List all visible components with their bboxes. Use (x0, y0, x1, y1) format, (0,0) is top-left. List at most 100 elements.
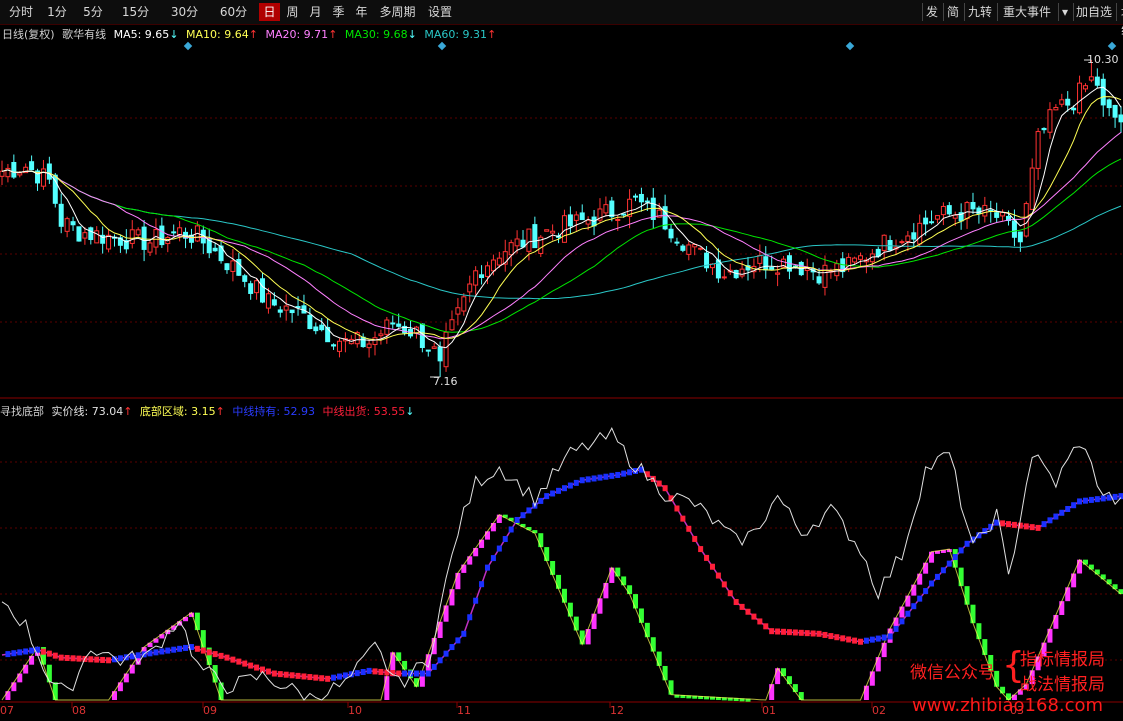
candle-body (561, 215, 567, 243)
mid-line-block (419, 670, 425, 677)
bottom-zone-bar (23, 664, 29, 674)
candle-body (686, 244, 692, 255)
mid-line-block (1071, 502, 1077, 509)
candle-body (757, 254, 763, 264)
toolbar-right-3[interactable]: 重大事件 (997, 3, 1056, 21)
mid-line-block (846, 636, 852, 643)
candle-body (17, 172, 23, 176)
bottom-zone-bar (461, 564, 467, 573)
mid-line-block (437, 657, 443, 664)
mid-line-block (354, 670, 360, 677)
bottom-zone-bar (881, 642, 887, 658)
period-tab-7[interactable]: 周 (282, 3, 303, 21)
toolbar-right-5[interactable]: 加自选 (1073, 3, 1114, 21)
mid-line-block (496, 545, 502, 552)
candle-body (449, 319, 455, 331)
bottom-zone-bar (603, 582, 609, 599)
toolbar-right-2[interactable]: 九转 (964, 3, 995, 21)
bottom-zone-bar (781, 668, 787, 677)
candle-body (544, 229, 550, 232)
bottom-zone-bar (561, 588, 567, 603)
mid-line-block (1059, 509, 1065, 516)
candle-body (1047, 109, 1053, 133)
candle-body (496, 257, 502, 266)
bottom-zone-bar (538, 533, 544, 548)
candle-body (1112, 104, 1118, 118)
bottom-zone-bar (650, 637, 656, 652)
candle-body (479, 274, 485, 279)
period-tab-5[interactable]: 60分 (210, 3, 257, 21)
candle-body (224, 263, 230, 271)
mid-line-block (277, 671, 283, 678)
period-tab-1[interactable]: 1分 (40, 3, 74, 21)
mid-line-block (1023, 523, 1029, 530)
mid-line-block (727, 590, 733, 597)
bottom-zone-bar (17, 673, 23, 683)
bottom-zone-bar (1094, 569, 1100, 575)
toolbar-right-0[interactable]: 发 (922, 3, 941, 21)
mid-line-block (810, 630, 816, 637)
x-label-12: 12 (610, 704, 624, 717)
period-tab-0[interactable]: 分时 (4, 3, 38, 21)
period-tab-8[interactable]: 月 (305, 3, 326, 21)
bottom-zone-bar (958, 567, 964, 587)
candle-body (313, 326, 319, 332)
candle-body (283, 305, 289, 311)
period-tab-9[interactable]: 季 (328, 3, 349, 21)
mid-line-block (1100, 495, 1106, 502)
bottom-zone-bar (899, 606, 905, 618)
candle-body (277, 309, 283, 313)
period-tab-2[interactable]: 5分 (76, 3, 110, 21)
mid-line-block (206, 649, 212, 656)
period-tab-3[interactable]: 15分 (112, 3, 159, 21)
mid-line-block (325, 675, 331, 682)
bottom-zone-bar (567, 602, 573, 617)
candle-body (739, 268, 745, 277)
bottom-zone-bar (11, 682, 17, 692)
candle-body (29, 161, 35, 171)
toolbar-right-4[interactable]: ▾ (1058, 3, 1071, 21)
watermark-line1: 指标情报局 (1020, 650, 1105, 670)
mid-line-block (775, 628, 781, 635)
candle-body (1071, 107, 1077, 111)
toolbar-right-1[interactable]: 简 (943, 3, 962, 21)
mid-line-block (295, 672, 301, 679)
kline-chart[interactable] (0, 24, 1123, 721)
bottom-zone-bar (1106, 579, 1112, 585)
candle-body (1053, 106, 1059, 111)
mid-line-block (804, 630, 810, 637)
mid-line-block (1000, 520, 1006, 527)
bottom-zone-bar (52, 682, 58, 700)
candle-body (260, 278, 266, 303)
mid-line-block (283, 671, 289, 678)
bottom-zone-bar (473, 547, 479, 557)
mid-line-block (852, 637, 858, 644)
period-tab-6[interactable]: 日 (259, 3, 280, 21)
mid-line-block (739, 603, 745, 610)
mid-line-block (100, 656, 106, 663)
mid-line-block (656, 480, 662, 487)
mid-line-block (490, 555, 496, 562)
candle-body (644, 200, 650, 203)
bottom-zone-bar (402, 660, 408, 670)
mid-line-block (733, 599, 739, 606)
bottom-zone-bar (1082, 559, 1088, 565)
candle-body (994, 212, 1000, 218)
ma20-line (1, 131, 1122, 340)
period-tab-11[interactable]: 多周期 (374, 3, 421, 21)
candle-body (70, 221, 76, 226)
ma30-line (1, 158, 1122, 333)
candle-body (816, 276, 822, 284)
bottom-zone-bar (437, 621, 443, 638)
toolbar-right-6[interactable]: 均线 (1116, 3, 1123, 37)
mid-line-block (230, 656, 236, 663)
bottom-zone-bar (769, 684, 775, 700)
period-tab-12[interactable]: 设置 (423, 3, 457, 21)
bottom-zone-bar (917, 573, 923, 585)
bottom-zone-bar (621, 576, 627, 586)
mid-line-block (484, 564, 490, 571)
period-tab-4[interactable]: 30分 (161, 3, 208, 21)
mid-line-block (271, 670, 277, 677)
period-tab-10[interactable]: 年 (351, 3, 372, 21)
candle-body (248, 283, 254, 294)
